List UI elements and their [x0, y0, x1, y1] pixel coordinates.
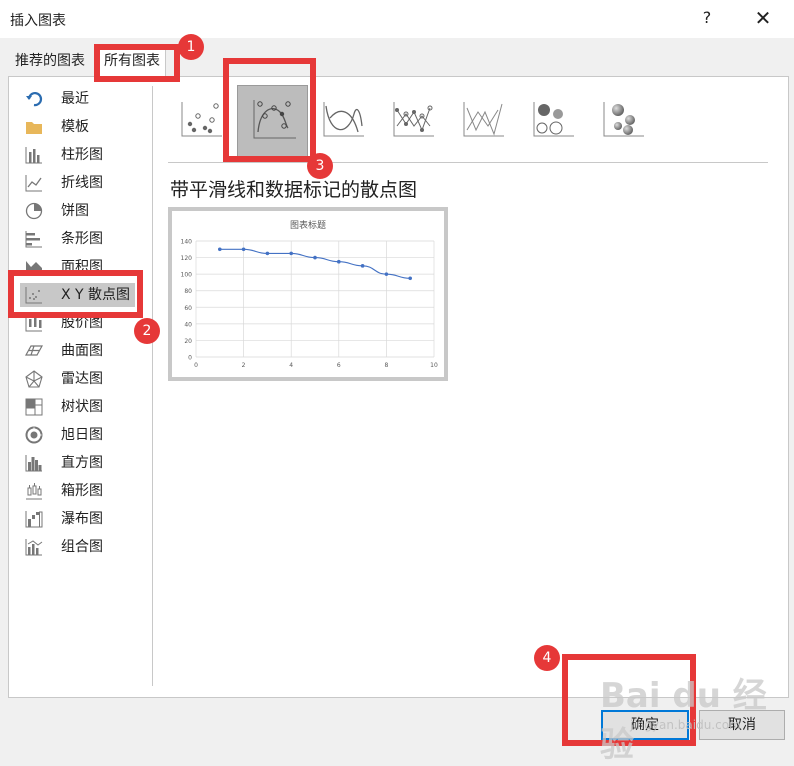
data-point: [265, 251, 270, 256]
tab-recommended-charts[interactable]: 推荐的图表: [10, 50, 90, 74]
dialog-titlebar: 插入图表 ? ✕: [0, 0, 794, 38]
annotation-box-1: [94, 44, 180, 82]
data-point: [289, 251, 293, 256]
data-point: [218, 247, 222, 252]
subtype-scatter-smooth-lines[interactable]: [318, 96, 368, 142]
category-recent[interactable]: 最近: [25, 87, 157, 111]
category-label: 条形图: [61, 231, 103, 247]
radar-chart-icon: [25, 370, 43, 388]
histogram-chart-icon: [25, 455, 42, 472]
category-waterfall[interactable]: 瀑布图: [25, 507, 157, 531]
y-tick-label: 80: [184, 288, 192, 295]
close-button[interactable]: ✕: [752, 6, 774, 30]
category-label: 曲面图: [61, 343, 103, 359]
category-combo[interactable]: 组合图: [25, 535, 157, 559]
category-pie[interactable]: 饼图: [25, 199, 157, 223]
combo-chart-icon: [25, 539, 43, 556]
scatter-straight-markers-icon: [393, 102, 434, 137]
y-tick-label: 20: [184, 338, 192, 345]
annotation-marker-1: 1: [178, 34, 204, 60]
category-histogram[interactable]: 直方图: [25, 451, 157, 475]
column-chart-icon: [25, 147, 42, 164]
pie-chart-icon: [25, 202, 43, 220]
category-line[interactable]: 折线图: [25, 171, 157, 195]
selected-chart-name: 带平滑线和数据标记的散点图: [170, 179, 418, 201]
x-tick-label: 6: [337, 362, 341, 369]
x-tick-label: 8: [384, 362, 388, 369]
scatter-straight-lines-icon: [463, 102, 504, 137]
data-point: [241, 247, 246, 252]
bubble-icon: [533, 102, 574, 137]
data-point: [384, 272, 389, 276]
data-point: [408, 276, 412, 281]
category-label: 树状图: [61, 399, 103, 415]
category-treemap[interactable]: 树状图: [25, 395, 157, 419]
annotation-marker-2: 2: [134, 318, 160, 344]
category-label: 旭日图: [61, 427, 103, 443]
category-label: 直方图: [61, 455, 103, 471]
category-label: 折线图: [61, 175, 103, 191]
subtype-scatter-straight-markers[interactable]: [388, 96, 438, 142]
data-point: [313, 255, 317, 260]
annotation-box-2: [8, 270, 143, 318]
category-templates[interactable]: 模板: [25, 115, 157, 139]
y-tick-label: 40: [184, 321, 192, 328]
dialog-title: 插入图表: [10, 13, 66, 29]
surface-chart-icon: [25, 345, 43, 356]
y-tick-label: 60: [184, 305, 192, 312]
subtype-scatter[interactable]: [176, 96, 226, 142]
category-label: 模板: [61, 119, 89, 135]
category-bar[interactable]: 条形图: [25, 227, 157, 251]
bar-chart-icon: [25, 231, 42, 248]
x-tick-label: 10: [430, 362, 438, 369]
folder-icon: [26, 122, 42, 134]
category-surface[interactable]: 曲面图: [25, 339, 157, 363]
boxplot-chart-icon: [26, 483, 42, 500]
category-radar[interactable]: 雷达图: [25, 367, 157, 391]
category-label: 最近: [61, 91, 89, 107]
category-boxplot[interactable]: 箱形图: [25, 479, 157, 503]
recent-icon: [26, 92, 43, 107]
category-label: 雷达图: [61, 371, 103, 387]
sunburst-chart-icon: [25, 426, 43, 444]
subtype-bubble-3d[interactable]: [598, 96, 648, 142]
preview-chart: 图表标题 0 20 40 60 80 100 120 140 0 2 4 6 8 10: [181, 219, 438, 369]
category-label: 箱形图: [61, 483, 103, 499]
scatter-smooth-lines-icon: [323, 102, 364, 137]
category-label: 瀑布图: [61, 511, 103, 527]
y-tick-label: 140: [181, 239, 193, 246]
help-button[interactable]: ?: [698, 8, 716, 27]
chart-preview[interactable]: 图表标题 0 20 40 60 80 100 120 140 0 2 4 6 8 10: [168, 207, 448, 381]
x-tick-label: 2: [242, 362, 246, 369]
bubble-3d-icon: [603, 102, 644, 137]
annotation-marker-4: 4: [534, 645, 560, 671]
y-tick-label: 0: [188, 355, 192, 362]
watermark-logo: Bai du 经验: [600, 676, 767, 765]
line-chart-icon: [25, 175, 42, 192]
subtype-bubble[interactable]: [528, 96, 578, 142]
category-column[interactable]: 柱形图: [25, 143, 157, 167]
preview-chart-title: 图表标题: [290, 219, 326, 231]
treemap-chart-icon: [25, 398, 43, 416]
x-tick-label: 4: [289, 362, 293, 369]
watermark-url: jingyan.baidu.com: [630, 718, 741, 732]
category-label: 饼图: [61, 203, 89, 219]
scatter-icon: [181, 102, 222, 137]
annotation-box-3: [223, 58, 316, 162]
subtype-scatter-straight-lines[interactable]: [458, 96, 508, 142]
data-point: [337, 259, 341, 264]
data-point: [360, 264, 365, 268]
annotation-marker-3: 3: [307, 153, 333, 179]
category-label: 柱形图: [61, 147, 103, 163]
y-tick-label: 120: [181, 255, 193, 262]
x-tick-label: 0: [194, 362, 198, 369]
waterfall-chart-icon: [25, 511, 43, 528]
y-tick-label: 100: [181, 272, 193, 279]
subtype-divider: [168, 162, 768, 163]
category-sunburst[interactable]: 旭日图: [25, 423, 157, 447]
category-label: 组合图: [61, 539, 103, 555]
